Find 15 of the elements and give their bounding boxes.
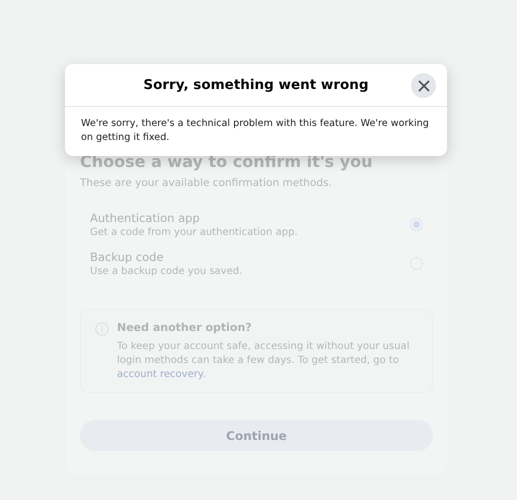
notice-title: Need another option? — [117, 321, 253, 334]
close-button[interactable] — [411, 73, 436, 98]
recovery-link[interactable]: account recovery — [117, 369, 202, 380]
page-title: Choose a way to confirm it's you — [80, 152, 374, 171]
notice-text: To keep your account safe, accessing it without your usual login methods can take a few days. To get started, go to account recovery. — [117, 340, 410, 382]
radio-button[interactable] — [410, 218, 423, 231]
option-description: Use a backup code you saved. — [90, 266, 242, 277]
dialog-title: Sorry, something went wrong — [143, 77, 369, 93]
option-label: Authentication app — [90, 211, 201, 225]
option-label: Backup code — [90, 250, 165, 264]
page-subtitle: These are your available confirmation methods. — [80, 177, 333, 189]
continue-button[interactable]: Continue — [80, 420, 433, 451]
option-description: Get a code from your authentication app. — [90, 227, 298, 238]
close-icon — [418, 80, 430, 92]
dialog-message: We're sorry, there's a technical problem with this feature. We're working on getting it fixed. — [80, 117, 430, 145]
